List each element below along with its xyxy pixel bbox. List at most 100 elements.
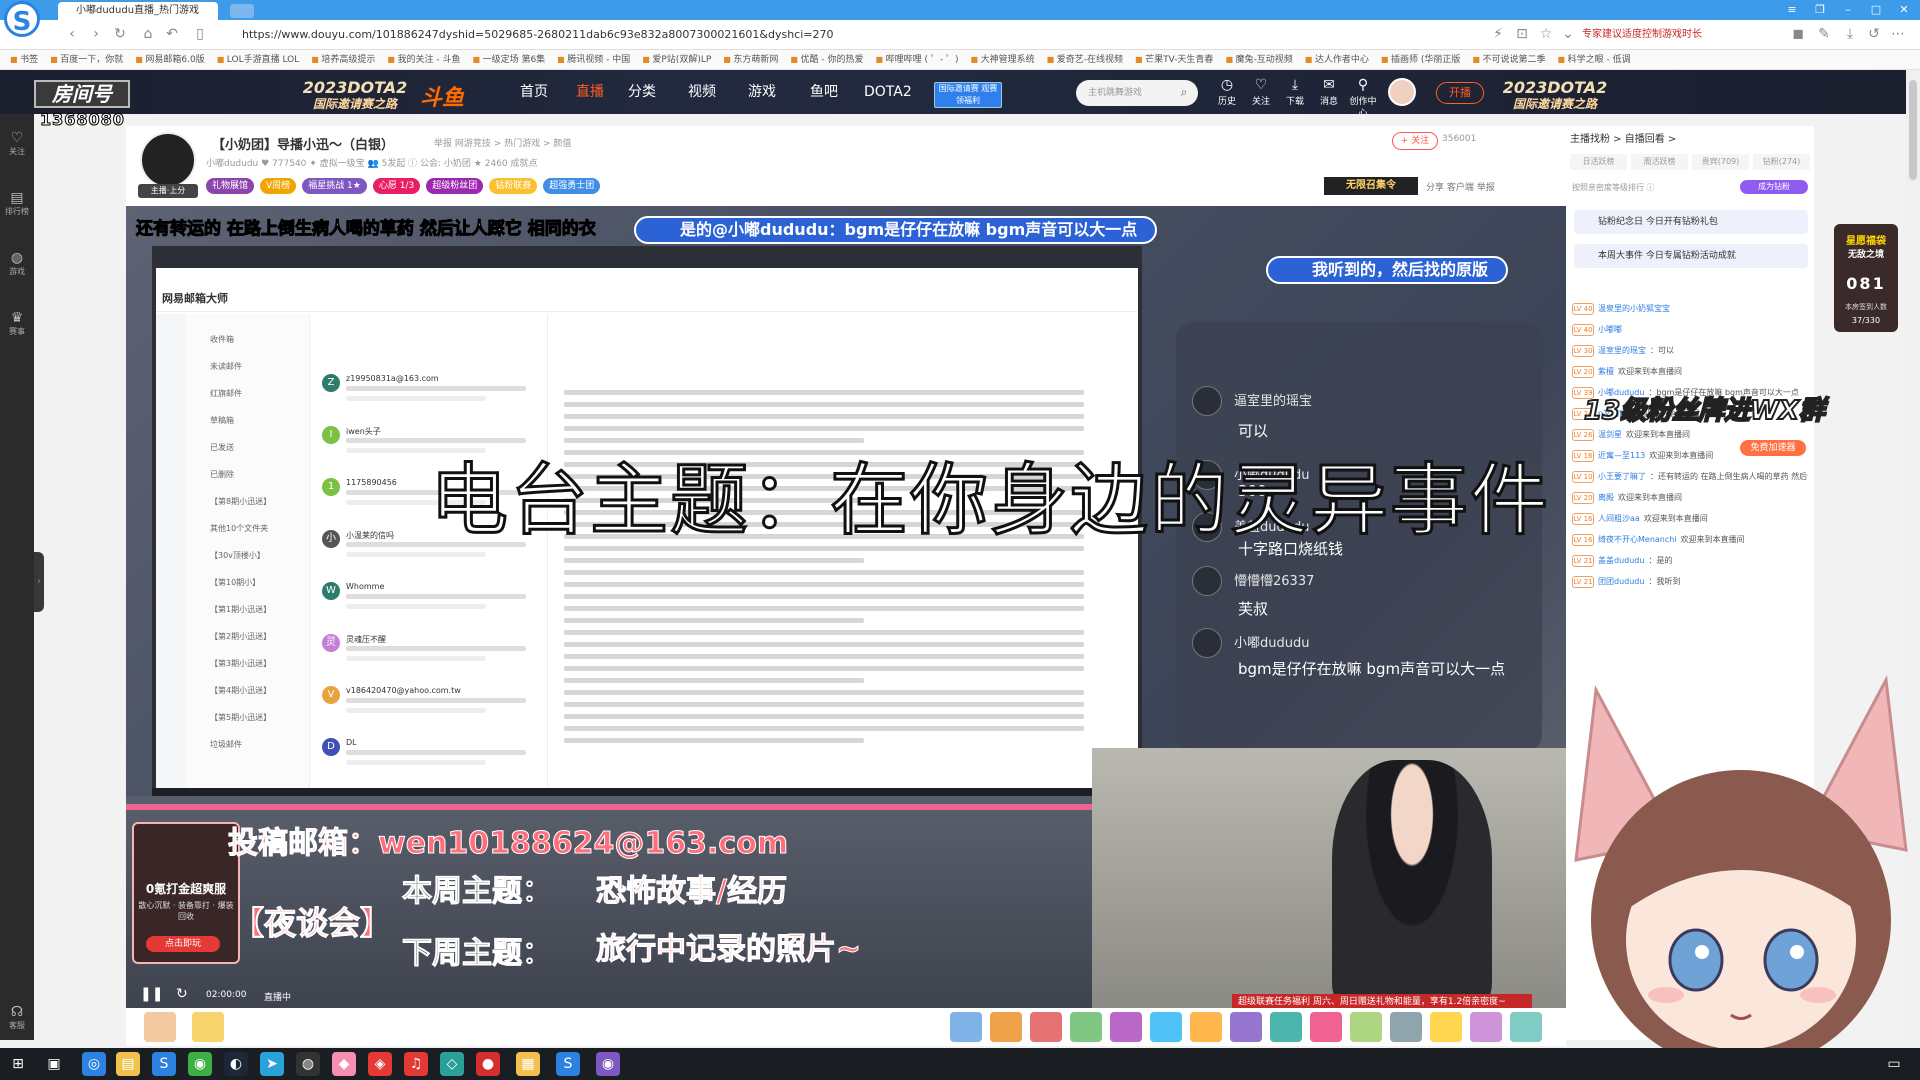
steam-icon[interactable]: ◐: [224, 1052, 248, 1076]
refresh-stream-icon[interactable]: ↻: [176, 986, 188, 1002]
sidebar-item-service[interactable]: ☊ 客服: [4, 1004, 30, 1031]
sidebar-item-games[interactable]: ◍ 游戏: [4, 250, 30, 277]
chat-line[interactable]: LV 21 盖盖dududu ：是的: [1572, 552, 1808, 570]
bookmark-item[interactable]: 科学之眼 - 低调: [1558, 50, 1631, 69]
sidebar-item-rank[interactable]: ▤ 排行榜: [4, 190, 30, 217]
room-category[interactable]: 举报 网游竞技 > 热门游戏 > 颜值: [434, 136, 571, 149]
gift-item[interactable]: [1150, 1012, 1182, 1042]
sidebar-collapse-handle[interactable]: ›: [34, 552, 44, 612]
refresh-icon[interactable]: ↻: [112, 26, 128, 42]
netease-music-icon[interactable]: ♫: [404, 1052, 428, 1076]
chat-line[interactable]: LV 40 小嘟嘟: [1572, 321, 1808, 339]
close-icon[interactable]: ✕: [1896, 2, 1912, 18]
follow-nav-button[interactable]: ♡ 关注: [1246, 78, 1276, 108]
forward-icon[interactable]: ›: [88, 26, 104, 42]
obs-icon[interactable]: ◍: [296, 1052, 320, 1076]
gift-item[interactable]: [1310, 1012, 1342, 1042]
room-actions[interactable]: 分享 客户端 举报: [1426, 180, 1495, 193]
restore-icon[interactable]: ❐: [1812, 2, 1828, 18]
chat-line[interactable]: LV 21 团团dududu ：我听到: [1572, 573, 1808, 591]
search-icon[interactable]: ⌕: [1176, 84, 1192, 100]
bookmark-item[interactable]: 东方萌新网: [723, 50, 778, 69]
tab-diamond-fans[interactable]: 钻粉(274): [1753, 154, 1810, 170]
room-tag[interactable]: 福星挑战 1★: [302, 178, 367, 194]
dota-banner-right[interactable]: 2023DOTA2 国际邀请赛之路: [1500, 80, 1610, 112]
back-icon[interactable]: ‹: [64, 26, 80, 42]
gift-item[interactable]: [1430, 1012, 1462, 1042]
bookmark-item[interactable]: 优酷 - 你的热爱: [790, 50, 864, 69]
start-broadcast-button[interactable]: 开播: [1436, 82, 1484, 104]
extension-icon[interactable]: ◼: [1790, 26, 1806, 42]
chat-username[interactable]: 温室里的瑶宝: [1598, 346, 1646, 355]
nav-video[interactable]: 视频: [688, 82, 716, 102]
bookmark-item[interactable]: 魔兔-互动视频: [1225, 50, 1293, 69]
chat-line[interactable]: LV 20 离殿 欢迎来到本直播间: [1572, 489, 1808, 507]
bookmark-item[interactable]: 腾讯视频 - 中国: [557, 50, 630, 69]
event-row[interactable]: 本周大事件 今日专属钻粉活动成就: [1574, 244, 1808, 268]
chat-line[interactable]: LV 30 温室里的瑶宝 ：可以: [1572, 342, 1808, 360]
gift-item[interactable]: [1470, 1012, 1502, 1042]
message-button[interactable]: ✉ 消息: [1314, 78, 1344, 108]
minimize-icon[interactable]: –: [1840, 2, 1856, 18]
bookmark-item[interactable]: 我的关注 - 斗鱼: [387, 50, 460, 69]
bookmark-item[interactable]: 百度一下，你就: [50, 50, 123, 69]
chat-username[interactable]: 小嘟嘟: [1598, 325, 1622, 334]
interactive-game-icon[interactable]: [192, 1012, 224, 1042]
nav-games[interactable]: 游戏: [748, 82, 776, 102]
sogou-browser-logo-icon[interactable]: S: [4, 1, 40, 37]
new-tab-button[interactable]: [230, 4, 254, 18]
nav-dota2[interactable]: DOTA2: [864, 82, 912, 102]
nav-category[interactable]: 分类: [628, 82, 656, 102]
gift-item[interactable]: [1390, 1012, 1422, 1042]
browser-tab[interactable]: 小嘟dududu直播_热门游戏: [58, 2, 218, 20]
chat-line[interactable]: LV 16 人间粗沙aa 欢迎来到本直播间: [1572, 510, 1808, 528]
task-view-icon[interactable]: ▣: [42, 1052, 66, 1076]
bookmark-item[interactable]: 插画师 (华丽正版: [1381, 50, 1460, 69]
tab-daily-active[interactable]: 日活跃榜: [1570, 154, 1627, 170]
telegram-icon[interactable]: ➤: [260, 1052, 284, 1076]
bookmark-item[interactable]: 芒果TV-天生青春: [1135, 50, 1213, 69]
tab-weekly-active[interactable]: 周活跃榜: [1631, 154, 1688, 170]
nav-yuba[interactable]: 鱼吧: [810, 82, 838, 102]
bookmark-item[interactable]: 爱P站(双解)LP: [642, 50, 711, 69]
room-tag[interactable]: 超级粉丝团: [426, 178, 484, 194]
wuxian-banner[interactable]: 无限召集令: [1324, 177, 1418, 195]
chat-username[interactable]: 绮夜不开心Menanchi: [1598, 535, 1677, 544]
app-icon[interactable]: ◉: [596, 1052, 620, 1076]
undo-icon[interactable]: ↶: [164, 26, 180, 42]
app-icon[interactable]: ◇: [440, 1052, 464, 1076]
task-hall-icon[interactable]: [144, 1012, 176, 1042]
gift-item[interactable]: [1110, 1012, 1142, 1042]
anchor-avatar[interactable]: [140, 132, 196, 188]
bookmark-item[interactable]: 不可说说第二季: [1472, 50, 1546, 69]
right-panel-tabs[interactable]: 主播找粉 > 自播回看 >: [1570, 130, 1810, 148]
more-icon[interactable]: ⋯: [1890, 26, 1906, 42]
chat-username[interactable]: 团团dududu: [1598, 577, 1644, 586]
bookmark-item[interactable]: LOL手游直播 LOL: [217, 50, 299, 69]
room-tag[interactable]: 心愿 1/3: [372, 178, 421, 194]
gift-item[interactable]: [950, 1012, 982, 1042]
sidebar-item-events[interactable]: ♛ 赛事: [4, 310, 30, 337]
translate-icon[interactable]: ✎: [1816, 26, 1832, 42]
star-icon[interactable]: ☆: [1538, 26, 1554, 42]
gift-item[interactable]: [1070, 1012, 1102, 1042]
chat-username[interactable]: 温泉里的小奶狐宝宝: [1598, 304, 1670, 313]
tab-vip[interactable]: 贵宾(709): [1692, 154, 1749, 170]
bookmark-item[interactable]: 哔哩哔哩 ( ゜- ゜): [876, 50, 959, 69]
history-button[interactable]: ◷ 历史: [1212, 78, 1242, 108]
bookmark-item[interactable]: 书签: [10, 50, 38, 69]
app-icon[interactable]: ▦: [516, 1052, 540, 1076]
room-tag[interactable]: V周榜: [260, 178, 297, 194]
follow-button[interactable]: + 关注: [1392, 132, 1438, 150]
chat-line[interactable]: LV 16 绮夜不开心Menanchi 欢迎来到本直播间: [1572, 531, 1808, 549]
bookmark-item[interactable]: 一级定场 第6集: [472, 50, 546, 69]
gift-item[interactable]: [1030, 1012, 1062, 1042]
bookmark-item[interactable]: 网易邮箱6.0版: [135, 50, 204, 69]
gift-item[interactable]: [1230, 1012, 1262, 1042]
nav-live[interactable]: 直播: [576, 82, 604, 102]
chat-line[interactable]: LV 10 小王要了嘛了 ：还有转运的 在路上倒生病人喝的草药 然后让人踩它 相同的…: [1572, 468, 1808, 486]
gift-item[interactable]: [990, 1012, 1022, 1042]
windows-start-icon[interactable]: ⊞: [6, 1052, 30, 1076]
room-tag[interactable]: 超强勇士团: [543, 178, 601, 194]
app-icon[interactable]: ◎: [82, 1052, 106, 1076]
